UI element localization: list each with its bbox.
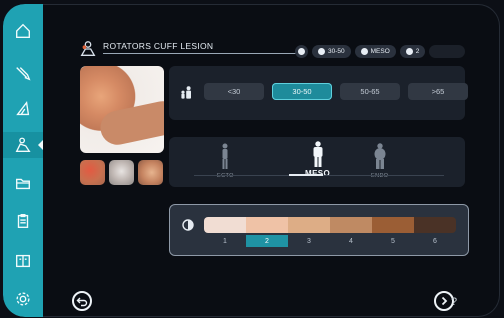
skin-tone-icon [405, 48, 413, 55]
skin-number-5[interactable]: 5 [372, 235, 414, 247]
ecto-figure-icon [222, 143, 228, 169]
patient-icon[interactable] [3, 132, 43, 158]
body-type-icon [360, 48, 368, 55]
skin-swatch-6[interactable] [414, 217, 456, 233]
arm-shape [97, 98, 164, 148]
age-group-icon [181, 86, 191, 99]
age-panel: <30 30-50 50-65 >65 [169, 66, 468, 120]
age-option-over-65[interactable]: >65 [408, 83, 468, 100]
age-options: <30 30-50 50-65 >65 [204, 83, 468, 100]
ecto-label: ECTO [217, 173, 234, 179]
patient-icon [80, 41, 96, 56]
body-type-endo[interactable]: ENDO [371, 143, 389, 179]
home-icon[interactable] [3, 18, 43, 44]
skin-swatch-5[interactable] [372, 217, 414, 233]
skin-swatch-4[interactable] [330, 217, 372, 233]
skin-number-6[interactable]: 6 [414, 235, 456, 247]
body-type-ecto[interactable]: ECTO [217, 143, 234, 179]
scalpel-icon[interactable] [3, 60, 43, 86]
skin-number-2[interactable]: 2 [246, 235, 288, 247]
main-content: ROTATORS CUFF LESION 30-50 MESO 2 <30 30… [43, 4, 500, 317]
skin-tone-pill[interactable]: 2 [399, 45, 426, 58]
app-window: ROTATORS CUFF LESION 30-50 MESO 2 <30 30… [3, 4, 500, 317]
triangle-ruler-icon[interactable] [3, 96, 43, 122]
clipboard-icon[interactable] [3, 208, 43, 234]
thumbnail-3[interactable] [138, 160, 163, 185]
skin-number-4[interactable]: 4 [330, 235, 372, 247]
thumbnail-1[interactable] [80, 160, 105, 185]
age-option-50-65[interactable]: 50-65 [340, 83, 400, 100]
back-button[interactable] [72, 291, 92, 311]
folder-icon[interactable] [3, 170, 43, 196]
age-pill[interactable]: 30-50 [312, 45, 351, 58]
endo-label: ENDO [371, 173, 389, 179]
meso-figure-icon [313, 141, 323, 167]
eye-pill[interactable] [295, 45, 308, 58]
skin-tone-panel: 123456 [169, 204, 469, 256]
photo-thumbnails [80, 160, 163, 185]
chevron-right-icon [441, 296, 448, 306]
body-type-panel: ECTO MESO ENDO [169, 137, 465, 187]
settings-icon[interactable] [3, 286, 43, 312]
skin-number-1[interactable]: 1 [204, 235, 246, 247]
undo-arrow-icon [76, 297, 88, 307]
skin-number-3[interactable]: 3 [288, 235, 330, 247]
summary-pills: 30-50 MESO 2 [295, 45, 466, 58]
eye-icon [298, 48, 305, 55]
age-pill-label: 30-50 [328, 48, 345, 55]
age-option-30-50[interactable]: 30-50 [272, 83, 332, 100]
skin-swatch-1[interactable] [204, 217, 246, 233]
title-underline [103, 53, 297, 54]
body-type-pill[interactable]: MESO [354, 45, 396, 58]
compare-icon[interactable] [3, 248, 43, 274]
skin-swatch-2[interactable] [246, 217, 288, 233]
age-group-icon [318, 48, 325, 55]
toggle-icon[interactable] [429, 45, 466, 58]
skin-swatches [204, 217, 456, 233]
age-option-under-30[interactable]: <30 [204, 83, 264, 100]
lesion-photo[interactable] [80, 66, 164, 153]
skin-swatch-3[interactable] [288, 217, 330, 233]
sidebar [3, 4, 43, 317]
skin-tone-pill-label: 2 [415, 48, 420, 55]
page-title: ROTATORS CUFF LESION [103, 41, 214, 51]
help-icon[interactable]: ? [451, 296, 457, 308]
body-type-pill-label: MESO [370, 48, 390, 55]
endo-figure-icon [374, 143, 386, 169]
body-type-selection-indicator [289, 174, 323, 176]
skin-tone-icon [182, 219, 194, 231]
skin-numbers: 123456 [204, 235, 456, 247]
body-type-meso[interactable]: MESO [305, 141, 330, 178]
thumbnail-2[interactable] [109, 160, 134, 185]
